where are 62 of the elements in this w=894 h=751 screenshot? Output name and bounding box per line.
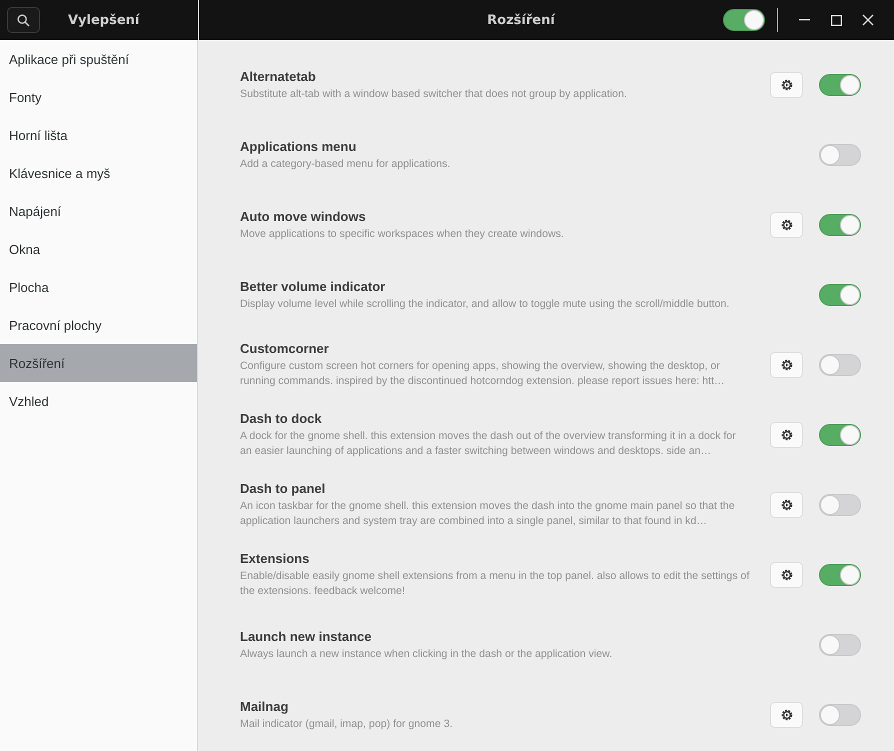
close-icon [862,14,874,26]
sidebar-item[interactable]: Napájení [0,192,197,230]
extension-name: Auto move windows [240,208,367,224]
extension-description: Add a category-based menu for applications. [240,156,452,172]
settings-icon [780,428,794,442]
settings-button[interactable] [770,422,803,448]
extension-name: Alternatetab [240,68,317,84]
extension-description: Enable/disable easily gnome shell extensions from a menu in the top panel. also allows to edit the settings of the extensions. feedback welcome! [240,569,750,599]
toggle-switch[interactable] [723,9,765,31]
toggle-switch[interactable] [819,564,861,586]
page-title: Rozšíření [486,12,556,28]
extension-description: An icon taskbar for the gnome shell. this extension moves the dash into the gnome main panel so that the application launchers and system tray are combined into a single panel, similar to that found in kd… [240,499,736,529]
sidebar-item[interactable]: Klávesnice a myš [0,154,197,192]
toggle-switch[interactable] [819,144,861,166]
maximize-icon [830,14,842,26]
extension-description: Substitute alt-tab with a window based switcher that does not group by application. [240,86,628,102]
extension-description: Configure custom screen hot corners for opening apps, showing the overview, showing the desktop, or running commands. inspired by the discontinued hotcorndog extension. please report issues here: htt… [240,359,726,389]
toggle-switch[interactable] [819,704,861,726]
sidebar-item[interactable]: Rozšíření [0,344,197,382]
extension-name: Launch new instance [240,628,372,644]
toggle-switch[interactable] [819,354,861,376]
toggle-switch[interactable] [819,74,861,96]
settings-icon [780,568,794,582]
settings-icon [780,218,794,232]
extension-name: Extensions [240,551,310,566]
extension-name: Better volume indicator [240,278,386,294]
extension-name: Mailnag [240,698,290,714]
sidebar-item[interactable]: Aplikace při spuštění [0,40,197,78]
extension-description: A dock for the gnome shell. this extension moves the dash out of the overview transforming it in a dock for an easier launching of applications and a faster switching between windows and desktops. side an… [240,429,737,459]
search-button[interactable] [7,7,40,33]
extension-name: Customcorner [240,341,330,356]
settings-icon [780,708,794,722]
settings-button[interactable] [770,72,803,98]
extension-description: Display volume level while scrolling the indicator, and allow to toggle mute using the scroll/middle button. [240,296,730,312]
extension-name: Dash to panel [240,481,326,496]
toggle-switch[interactable] [819,424,861,446]
toggle-switch[interactable] [819,284,861,306]
app-title: Vylepšení [68,12,140,28]
sidebar-item[interactable]: Fonty [0,78,197,116]
toggle-switch[interactable] [819,214,861,236]
search-icon [17,14,30,26]
settings-button[interactable] [770,702,803,728]
settings-button[interactable] [770,352,803,378]
sidebar-item[interactable]: Pracovní plochy [0,306,197,344]
toggle-switch[interactable] [819,494,861,516]
sidebar-item[interactable]: Horní lišta [0,116,197,154]
sidebar-item[interactable]: Vzhled [0,382,197,420]
minimize-icon [798,19,810,21]
settings-button[interactable] [770,212,803,238]
extension-description: Move applications to specific workspaces when they create windows. [240,226,565,242]
settings-icon [780,498,794,512]
settings-button[interactable] [770,492,803,518]
extension-description: Always launch a new instance when clicking in the dash or the application view. [240,646,614,662]
toggle-switch[interactable] [819,634,861,656]
extension-name: Applications menu [240,138,358,154]
extension-name: Dash to dock [240,411,323,426]
sidebar-item[interactable]: Okna [0,230,197,268]
extension-description: Mail indicator (gmail, imap, pop) for gnome 3. [240,716,454,732]
sidebar-item[interactable]: Plocha [0,268,197,306]
settings-icon [780,358,794,372]
settings-icon [780,78,794,92]
settings-button[interactable] [770,562,803,588]
